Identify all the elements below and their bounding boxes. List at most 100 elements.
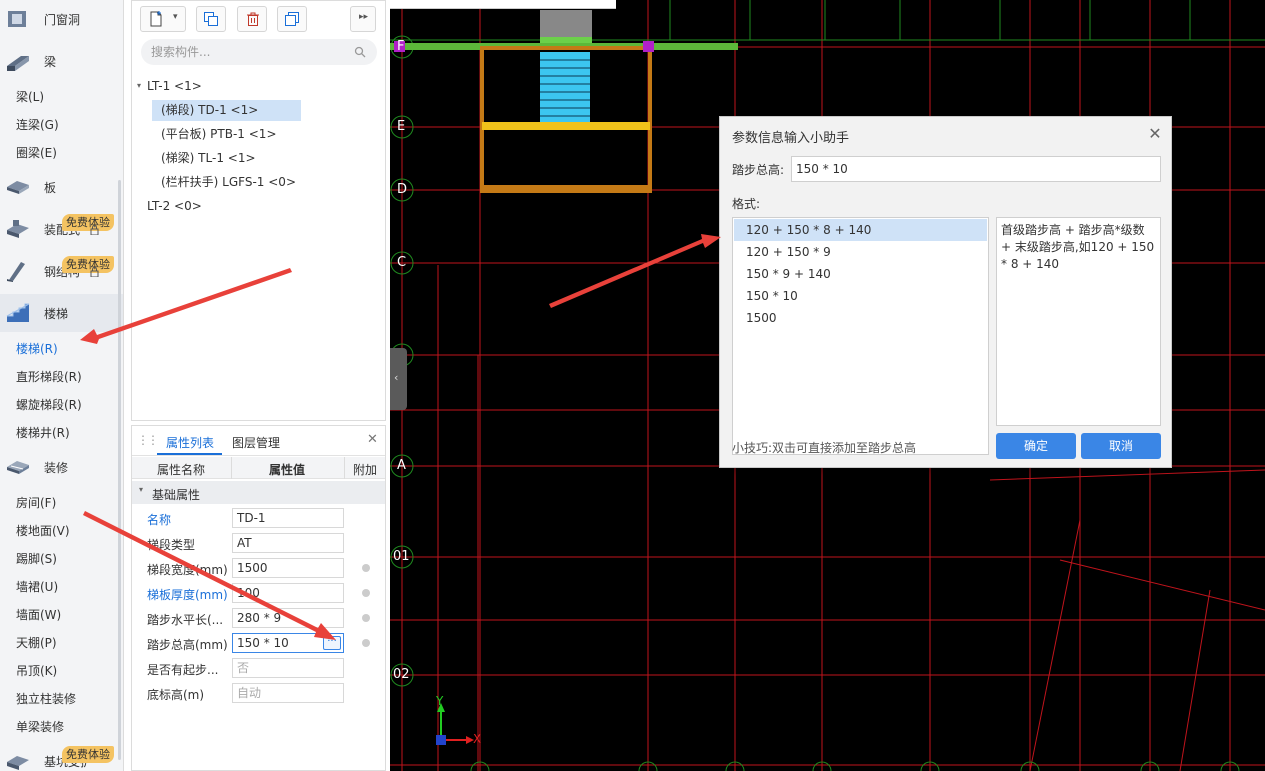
sidebar-item-stairwell[interactable]: 楼梯井(R) — [16, 425, 70, 441]
property-value-total-riser-height[interactable]: 150 * 10 ··· — [232, 633, 344, 653]
property-value-tread-length[interactable]: 280 * 9 — [232, 608, 344, 628]
property-name: 梯段宽度(mm) — [147, 563, 228, 577]
sidebar-item-room[interactable]: 房间(F) — [16, 495, 56, 511]
property-extra-checkbox[interactable] — [362, 589, 370, 597]
property-value-bottom-elevation[interactable]: 自动 — [232, 683, 344, 703]
properties-tabs: ⋮⋮ 属性列表 图层管理 ✕ — [132, 426, 385, 456]
copy-to-floor-button[interactable] — [277, 6, 307, 32]
category-steel[interactable]: 钢结构 免费体验 — [0, 252, 123, 290]
double-chevron-right-icon: ▸▸ — [359, 12, 369, 22]
axis-label-c: C — [397, 255, 407, 270]
layers-copy-icon — [285, 12, 299, 26]
cancel-button[interactable]: 取消 — [1081, 433, 1161, 459]
sidebar-item-ring-beam[interactable]: 圈梁(E) — [16, 145, 57, 161]
tree-node-lgfs1[interactable]: (栏杆扶手) LGFS-1 <0> — [161, 172, 296, 192]
tip-text: 小技巧:双击可直接添加至踏步总高 — [732, 441, 917, 455]
chevron-left-icon: ‹ — [394, 371, 399, 384]
ucs-x-label: X — [473, 732, 482, 746]
column-header-value: 属性值 — [269, 463, 306, 477]
sidebar-item-straight-flight[interactable]: 直形梯段(R) — [16, 369, 82, 385]
delete-button[interactable] — [237, 6, 267, 32]
expand-toolbar-button[interactable]: ▸▸ — [350, 6, 376, 32]
property-value-slab-thickness[interactable]: 100 — [232, 583, 344, 603]
category-decoration[interactable]: 装修 — [0, 448, 123, 486]
property-value-flight-type[interactable]: AT — [232, 533, 344, 553]
door-window-icon — [8, 11, 26, 27]
active-tab-indicator — [157, 453, 222, 455]
format-option[interactable]: 1500 — [734, 307, 987, 329]
category-prefab[interactable]: 装配式 免费体验 — [0, 210, 123, 248]
property-value-name[interactable]: TD-1 — [232, 508, 344, 528]
drag-handle-icon[interactable]: ⋮⋮ — [137, 433, 159, 447]
sidebar-item-column-finish[interactable]: 独立柱装修 — [16, 691, 76, 707]
param-input-helper-dialog: 参数信息输入小助手 ✕ 踏步总高: 150 * 10 格式: 120 + 150… — [719, 116, 1172, 468]
sidebar-item-stairs[interactable]: 楼梯(R) — [16, 341, 58, 357]
category-label: 楼梯 — [44, 306, 69, 321]
sidebar-item-dado[interactable]: 墙裙(U) — [16, 579, 58, 595]
property-extra-checkbox[interactable] — [362, 564, 370, 572]
tab-properties[interactable]: 属性列表 — [166, 434, 214, 451]
ok-button[interactable]: 确定 — [996, 433, 1076, 459]
sidebar-item-ceiling[interactable]: 天棚(P) — [16, 635, 57, 651]
ucs-axis-indicator — [436, 703, 474, 745]
new-component-button[interactable]: ▾ — [140, 6, 186, 32]
total-height-input[interactable]: 150 * 10 — [791, 156, 1161, 182]
search-icon[interactable] — [354, 46, 366, 58]
property-value-flight-width[interactable]: 1500 — [232, 558, 344, 578]
dialog-title: 参数信息输入小助手 — [732, 131, 850, 146]
format-option[interactable]: 120 + 150 * 8 + 140 — [734, 219, 987, 241]
format-label: 格式: — [732, 197, 761, 211]
beam-icon — [7, 56, 29, 71]
column-header-extra: 附加 — [353, 463, 378, 477]
copy-button[interactable] — [196, 6, 226, 32]
format-option[interactable]: 120 + 150 * 9 — [734, 241, 987, 263]
foundation-pit-icon — [7, 756, 29, 770]
sidebar-scrollbar[interactable] — [118, 180, 121, 760]
column-divider — [344, 457, 345, 479]
sidebar-item-floor[interactable]: 楼地面(V) — [16, 523, 70, 539]
sidebar-item-suspended-ceiling[interactable]: 吊顶(K) — [16, 663, 57, 679]
search-input[interactable]: 搜索构件... — [141, 39, 377, 65]
category-door-window[interactable]: 门窗洞 — [0, 0, 123, 38]
stair-model[interactable] — [390, 10, 738, 193]
tree-node-ptb1[interactable]: (平台板) PTB-1 <1> — [161, 124, 277, 144]
category-slab[interactable]: 板 — [0, 168, 123, 206]
axis-label-d: D — [397, 182, 408, 197]
property-extra-checkbox[interactable] — [362, 639, 370, 647]
format-option[interactable]: 150 * 9 + 140 — [734, 263, 987, 285]
panel-collapse-handle[interactable]: ‹ — [390, 348, 407, 410]
property-extra-checkbox[interactable] — [362, 614, 370, 622]
slab-icon — [7, 181, 29, 194]
tree-node-td1[interactable]: (梯段) TD-1 <1> — [161, 100, 258, 120]
property-value-has-starting-step[interactable]: 否 — [232, 658, 344, 678]
total-height-label: 踏步总高: — [732, 163, 785, 177]
sidebar-item-coupling-beam[interactable]: 连梁(G) — [16, 117, 59, 133]
category-stairs[interactable]: 楼梯 — [0, 294, 123, 332]
format-description: 首级踏步高 + 踏步高*级数 + 末级踏步高,如120 + 150 * 8 + … — [996, 217, 1161, 426]
tree-node-lt2[interactable]: LT-2 <0> — [147, 196, 202, 216]
tree-node-lt1[interactable]: LT-1 <1> — [147, 76, 202, 96]
format-list[interactable]: 120 + 150 * 8 + 140 120 + 150 * 9 150 * … — [732, 217, 989, 455]
collapse-caret-icon[interactable]: ▾ — [139, 485, 143, 494]
stairs-icon — [6, 303, 30, 322]
axis-label-a: A — [397, 458, 406, 473]
category-label: 装修 — [44, 460, 69, 475]
format-option[interactable]: 150 * 10 — [734, 285, 987, 307]
sidebar-item-wall-finish[interactable]: 墙面(W) — [16, 607, 61, 623]
close-icon[interactable]: ✕ — [367, 432, 378, 447]
new-file-icon — [150, 11, 162, 27]
lock-icon — [90, 267, 99, 277]
sidebar-item-skirting[interactable]: 踢脚(S) — [16, 551, 57, 567]
category-beam[interactable]: 梁 — [0, 42, 123, 80]
expand-caret-icon[interactable]: ▾ — [137, 76, 141, 96]
sidebar-item-beam[interactable]: 梁(L) — [16, 89, 44, 105]
property-name: 踏步水平长(... — [147, 613, 224, 627]
property-group-basic[interactable]: ▾ 基础属性 — [132, 481, 385, 504]
tree-node-tl1[interactable]: (梯梁) TL-1 <1> — [161, 148, 256, 168]
sidebar-item-beam-finish[interactable]: 单梁装修 — [16, 719, 64, 735]
dialog-close-icon[interactable]: ✕ — [1147, 126, 1163, 142]
tab-layers[interactable]: 图层管理 — [232, 434, 280, 451]
ellipsis-button[interactable]: ··· — [323, 636, 341, 650]
category-foundation-pit[interactable]: 基坑支护 免费体验 — [0, 742, 123, 771]
sidebar-item-spiral-flight[interactable]: 螺旋梯段(R) — [16, 397, 82, 413]
